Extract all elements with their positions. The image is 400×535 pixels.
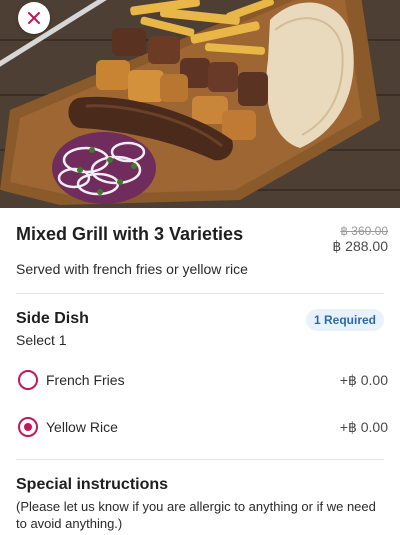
item-title: Mixed Grill with 3 Varieties <box>16 224 244 244</box>
radio-button[interactable] <box>18 370 38 390</box>
divider <box>16 293 384 294</box>
option-price: +฿ 0.00 <box>339 372 388 388</box>
special-instructions-title: Special instructions <box>16 476 169 493</box>
option-yellow-rice[interactable]: Yellow Rice +฿ 0.00 <box>0 405 400 449</box>
close-icon <box>28 12 40 24</box>
item-description: Served with french fries or yellow rice <box>16 261 248 277</box>
special-instructions-text: (Please let us know if you are allergic … <box>16 499 376 531</box>
option-french-fries[interactable]: French Fries +฿ 0.00 <box>0 358 400 402</box>
close-button[interactable] <box>18 2 50 34</box>
item-price: ฿ 288.00 <box>332 238 388 254</box>
food-image <box>0 0 400 208</box>
side-dish-title: Side Dish <box>16 310 89 327</box>
food-illustration <box>0 0 400 208</box>
required-badge: 1 Required <box>305 309 384 331</box>
divider <box>16 459 384 460</box>
option-label: French Fries <box>46 372 125 388</box>
option-label: Yellow Rice <box>46 419 118 435</box>
radio-button-selected[interactable] <box>18 417 38 437</box>
option-price: +฿ 0.00 <box>339 419 388 435</box>
select-instruction: Select 1 <box>16 332 67 348</box>
original-price: ฿ 360.00 <box>340 224 388 238</box>
